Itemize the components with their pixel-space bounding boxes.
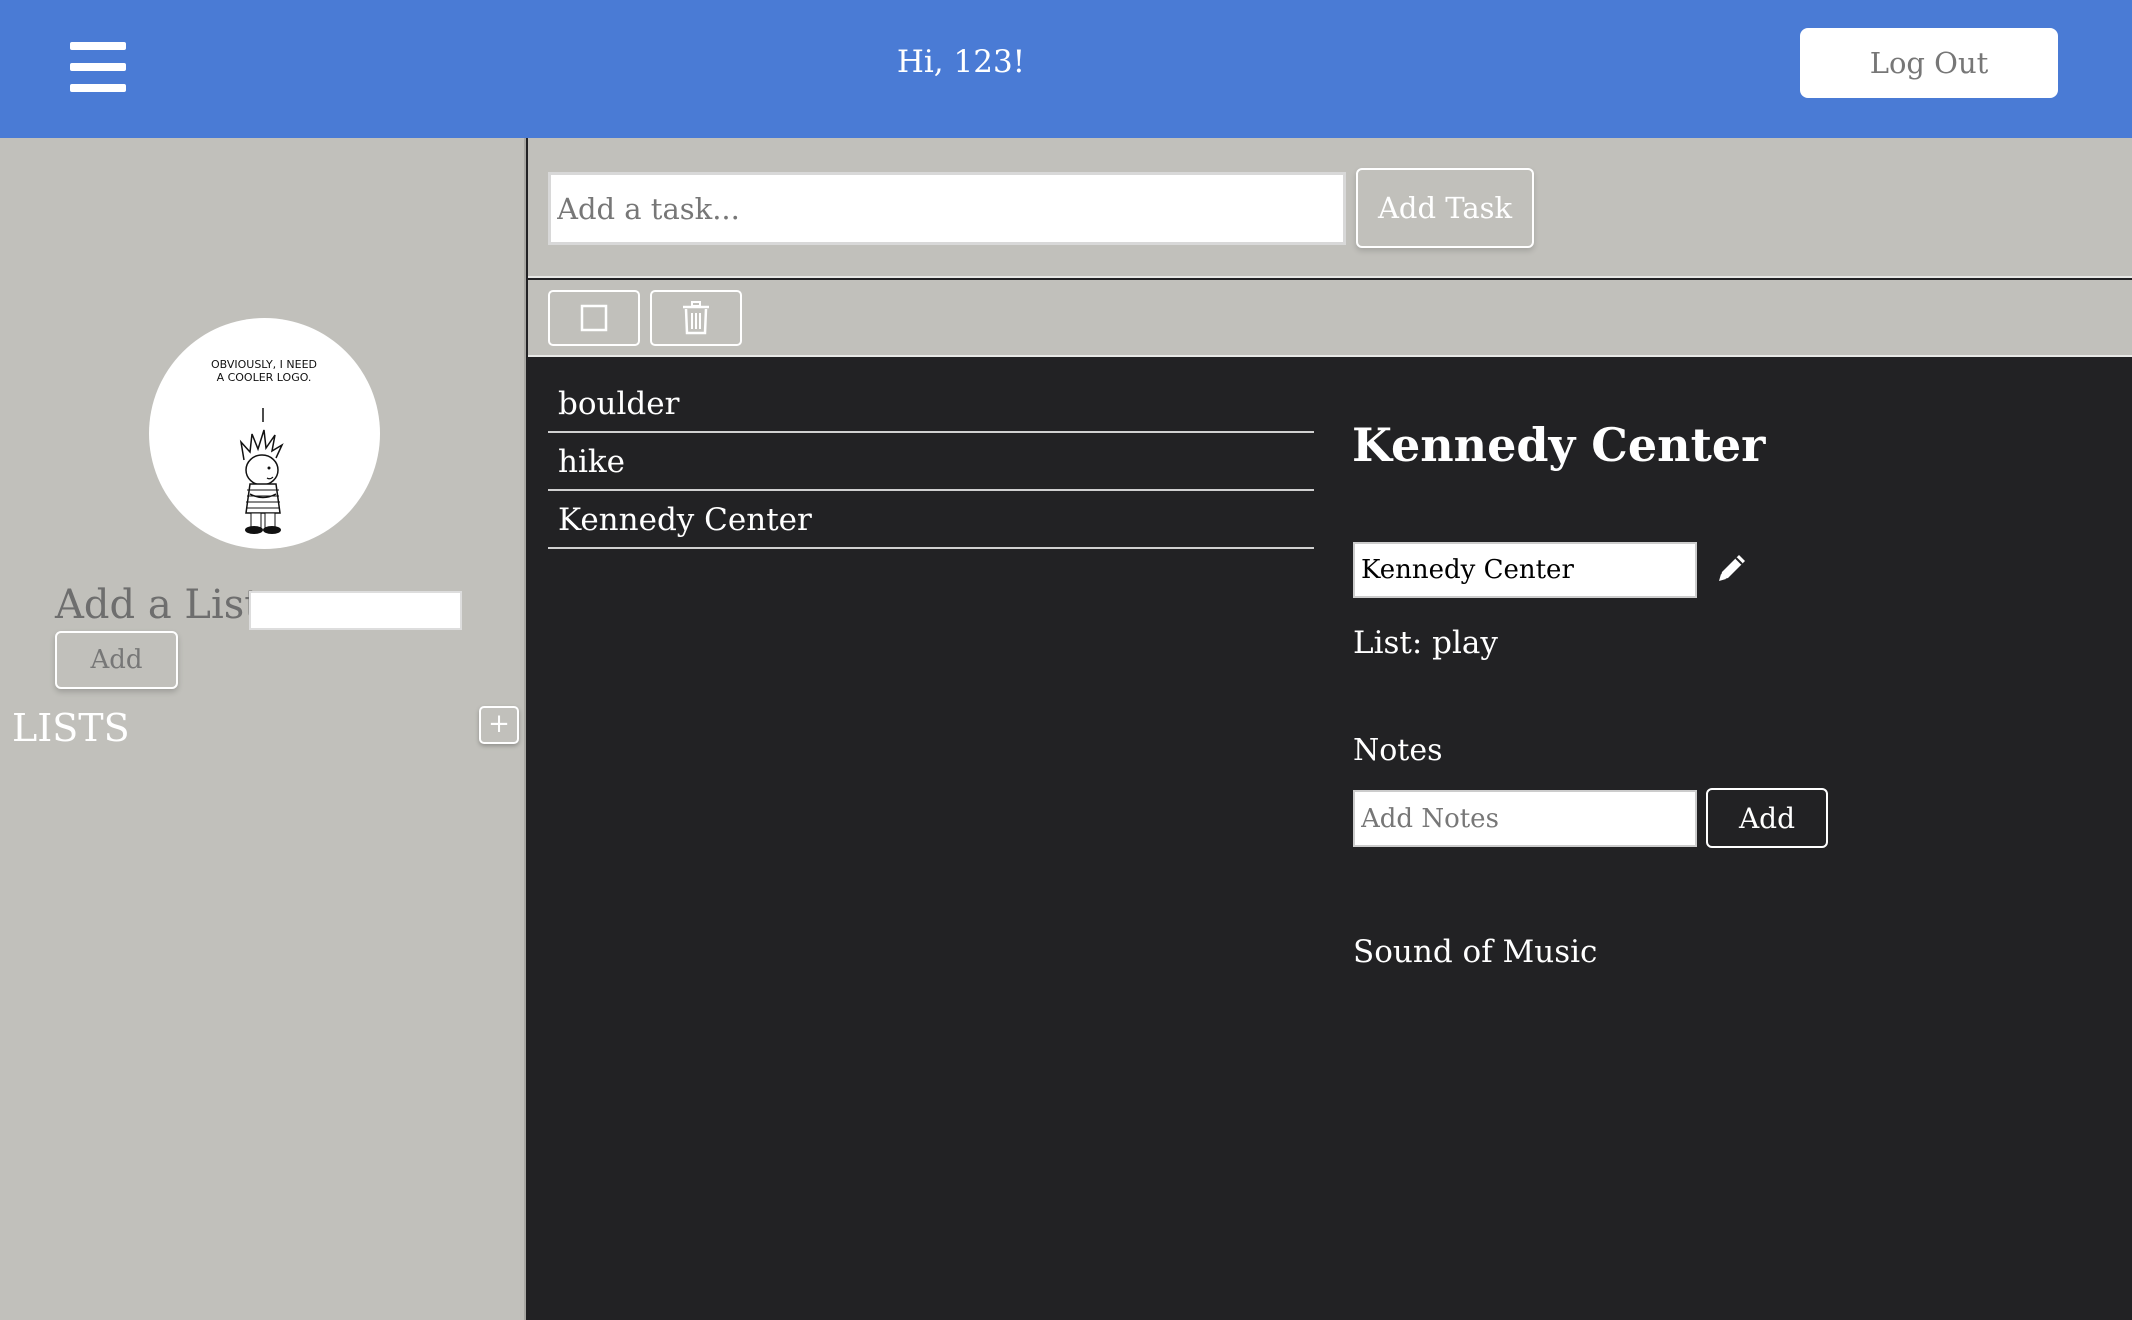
checkbox-icon bbox=[580, 304, 608, 332]
greeting-text: Hi, 123! bbox=[896, 44, 1026, 80]
task-item-kennedy-center[interactable]: Kennedy Center bbox=[548, 491, 1314, 549]
add-list-label: Add a List bbox=[55, 582, 261, 628]
task-action-bar bbox=[528, 280, 2132, 357]
add-task-input[interactable] bbox=[548, 172, 1346, 245]
add-list-plus-button[interactable]: + bbox=[479, 706, 519, 744]
complete-task-button[interactable] bbox=[548, 290, 640, 346]
task-input-bar: Add Task bbox=[528, 138, 2132, 278]
logout-button[interactable]: Log Out bbox=[1800, 28, 2058, 98]
add-list-input[interactable] bbox=[249, 591, 462, 630]
add-notes-input[interactable] bbox=[1353, 790, 1697, 847]
task-name-input[interactable] bbox=[1353, 542, 1697, 598]
lists-heading: LISTS bbox=[12, 706, 130, 750]
task-list: boulder hike Kennedy Center bbox=[548, 375, 1314, 549]
notes-heading: Notes bbox=[1353, 733, 1443, 768]
calvin-comic-image: OBVIOUSLY, I NEED A COOLER LOGO. bbox=[211, 358, 317, 534]
trash-icon bbox=[683, 301, 709, 335]
task-list-membership: List: play bbox=[1353, 625, 1498, 661]
note-item: Sound of Music bbox=[1353, 934, 1598, 970]
add-note-button[interactable]: Add bbox=[1706, 788, 1828, 848]
avatar: OBVIOUSLY, I NEED A COOLER LOGO. bbox=[149, 318, 380, 549]
avatar-caption-line1: OBVIOUSLY, I NEED bbox=[211, 358, 317, 371]
add-list-button[interactable]: Add bbox=[55, 631, 178, 689]
task-detail-title: Kennedy Center bbox=[1352, 418, 1766, 472]
add-task-button[interactable]: Add Task bbox=[1356, 168, 1534, 248]
avatar-caption-line2: A COOLER LOGO. bbox=[217, 371, 312, 384]
app-header: Hi, 123! Log Out bbox=[0, 0, 2132, 138]
delete-task-button[interactable] bbox=[650, 290, 742, 346]
task-item-boulder[interactable]: boulder bbox=[548, 375, 1314, 433]
edit-pencil-icon[interactable] bbox=[1712, 548, 1752, 588]
task-item-hike[interactable]: hike bbox=[548, 433, 1314, 491]
sidebar: OBVIOUSLY, I NEED A COOLER LOGO. Add a L… bbox=[0, 138, 526, 1320]
